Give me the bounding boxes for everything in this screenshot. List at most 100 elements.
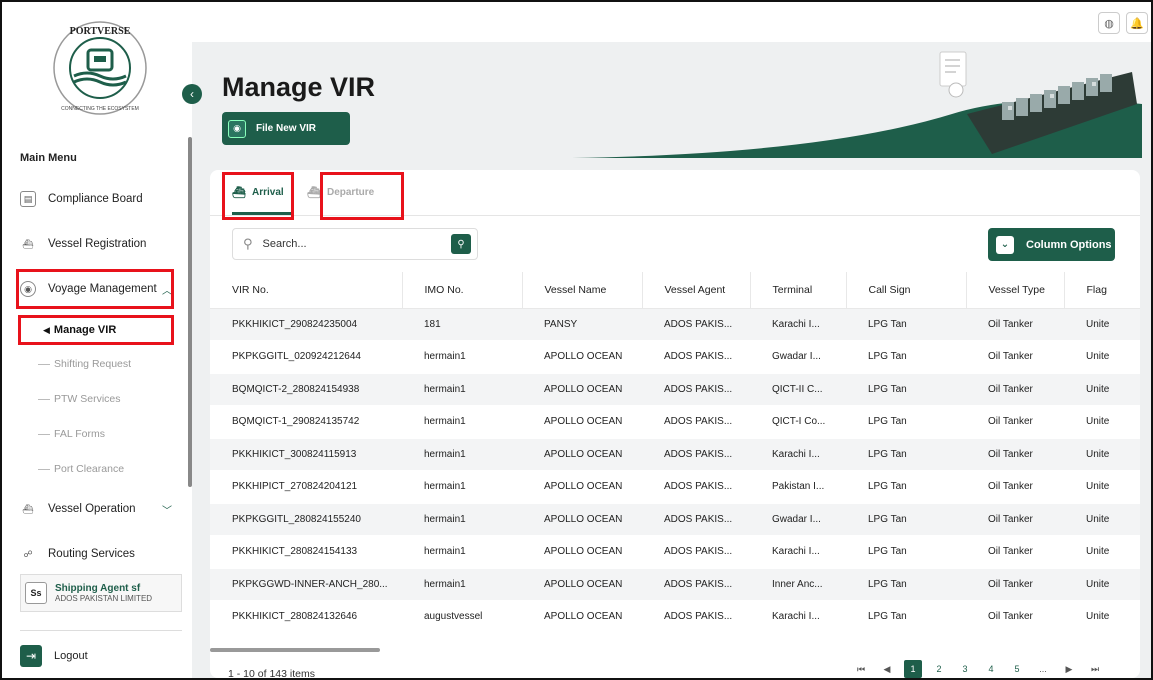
table-cell: LPG Tan xyxy=(846,438,966,471)
table-cell: ADOS PAKIS... xyxy=(642,503,750,536)
table-cell: Karachi I... xyxy=(750,308,846,341)
sidebar-item-routing-services[interactable]: ☍ Routing Services xyxy=(20,540,182,568)
table-row[interactable]: PKKHIKICT_290824235004 181 PANSY ADOS PAKIS… xyxy=(210,308,1140,341)
pagination: ⏮ ◀ 1 2 3 4 5 ... ▶ ⏭ xyxy=(848,660,1108,678)
page-button[interactable]: 2 xyxy=(926,664,952,674)
chevron-down-icon: ⌄ xyxy=(996,235,1014,254)
table-cell: ADOS PAKIS... xyxy=(642,568,750,601)
highlight-box-departure xyxy=(320,172,404,220)
table-row[interactable]: PKPKGGWD-INNER-ANCH_280... hermain1 APOLLO… xyxy=(210,568,1140,601)
table-cell: Unite xyxy=(1064,308,1140,341)
globe-icon[interactable]: ◍ xyxy=(1098,12,1120,34)
column-header[interactable]: Vessel Type xyxy=(966,272,1065,309)
portverse-logo: PORTVERSE CONNECTING THE ECOSYSTEM xyxy=(53,21,147,115)
column-header[interactable]: Vessel Agent xyxy=(642,272,751,309)
table-row[interactable]: PKKHIKICT_300824115913 hermain1 APOLLO OCE… xyxy=(210,438,1140,471)
table-cell: Unite xyxy=(1064,373,1140,406)
table-cell: hermain1 xyxy=(402,373,522,406)
table-cell: hermain1 xyxy=(402,438,522,471)
file-new-vir-button[interactable]: ◉ File New VIR xyxy=(222,112,350,145)
table-cell: APOLLO OCEAN xyxy=(522,340,642,374)
table-cell: Unite xyxy=(1064,340,1140,374)
collapse-sidebar-button[interactable]: ‹ xyxy=(182,84,202,104)
table-cell: PKKHIPICT_270824204121 xyxy=(210,470,402,504)
page-button[interactable]: 3 xyxy=(952,664,978,674)
sidebar-subitem-manage-vir[interactable]: ◀ Manage VIR xyxy=(18,315,174,345)
table-cell: BQMQICT-1_290824135742 xyxy=(210,405,402,439)
sidebar-item-vessel-registration[interactable]: ⛴ Vessel Registration xyxy=(20,230,182,258)
next-page-icon[interactable]: ▶ xyxy=(1056,664,1082,675)
table-cell: Oil Tanker xyxy=(966,600,1064,634)
sidebar-subitem-port-clearance[interactable]: Port Clearance xyxy=(38,463,124,475)
chevron-down-icon: ﹀ xyxy=(162,505,172,517)
first-page-icon[interactable]: ⏮ xyxy=(848,664,874,675)
table-cell: Oil Tanker xyxy=(966,568,1064,601)
sidebar-subitem-shifting-request[interactable]: Shifting Request xyxy=(38,358,131,370)
vir-card: ⛴ Arrival ⛴ Departure ⚲ Search... ⚲ ⌄ Co… xyxy=(210,170,1140,678)
page-button[interactable]: 4 xyxy=(978,664,1004,674)
column-options-button[interactable]: ⌄ Column Options xyxy=(988,228,1115,261)
table-cell: Gwadar I... xyxy=(750,340,846,374)
highlight-box-arrival xyxy=(222,172,294,220)
column-header[interactable]: VIR No. xyxy=(210,272,403,309)
table-cell: Unite xyxy=(1064,600,1140,634)
table-row[interactable]: PKKHIPICT_270824204121 hermain1 APOLLO OCE… xyxy=(210,470,1140,504)
sidebar-item-vessel-operation[interactable]: ⛴ Vessel Operation ﹀ xyxy=(20,495,182,523)
page-ellipsis[interactable]: ... xyxy=(1030,664,1056,674)
column-header[interactable]: Flag xyxy=(1064,272,1140,309)
last-page-icon[interactable]: ⏭ xyxy=(1082,664,1108,675)
table-row[interactable]: BQMQICT-1_290824135742 hermain1 APOLLO OCE… xyxy=(210,405,1140,439)
departure-icon: ⛴ xyxy=(307,187,321,199)
column-header[interactable]: Terminal xyxy=(750,272,847,309)
table-cell: PKKHIKICT_280824132646 xyxy=(210,600,402,634)
tab-bar: ⛴ Arrival ⛴ Departure xyxy=(210,170,1140,220)
table-cell: QICT-I Co... xyxy=(750,405,846,439)
table-cell: APOLLO OCEAN xyxy=(522,373,642,406)
table-cell: hermain1 xyxy=(402,405,522,439)
table-cell: Karachi I... xyxy=(750,535,846,569)
prev-page-icon[interactable]: ◀ xyxy=(874,664,900,675)
logout-button[interactable]: ⇥ Logout xyxy=(20,645,88,667)
table-cell: APOLLO OCEAN xyxy=(522,503,642,536)
table-row[interactable]: BQMQICT-2_280824154938 hermain1 APOLLO OCE… xyxy=(210,373,1140,406)
notification-bell-icon[interactable]: 🔔 xyxy=(1126,12,1148,34)
table-cell: PANSY xyxy=(522,308,642,341)
table-cell: hermain1 xyxy=(402,503,522,536)
table-cell: Unite xyxy=(1064,470,1140,504)
clipboard-icon: ▤ xyxy=(20,191,36,207)
table-row[interactable]: PKPKGGITL_020924212644 hermain1 APOLLO OCE… xyxy=(210,340,1140,374)
sidebar-subitem-fal-forms[interactable]: FAL Forms xyxy=(38,428,105,440)
table-cell: APOLLO OCEAN xyxy=(522,535,642,569)
user-card[interactable]: Ss Shipping Agent sf ADOS PAKISTAN LIMIT… xyxy=(20,574,182,612)
column-header[interactable]: Vessel Name xyxy=(522,272,643,309)
table-cell: LPG Tan xyxy=(846,535,966,569)
table-cell: LPG Tan xyxy=(846,568,966,601)
hero-ship-illustration xyxy=(572,51,1142,158)
divider xyxy=(20,630,182,631)
column-header[interactable]: Call Sign xyxy=(846,272,967,309)
table-cell: Oil Tanker xyxy=(966,340,1064,374)
table-row[interactable]: PKKHIKICT_280824132646 augustvessel APOLLO… xyxy=(210,600,1140,634)
sidebar: PORTVERSE CONNECTING THE ECOSYSTEM Main … xyxy=(2,2,192,678)
search-input[interactable]: Search... xyxy=(263,238,451,250)
page-button[interactable]: 5 xyxy=(1004,664,1030,674)
table-cell: QICT-II C... xyxy=(750,373,846,406)
table-row[interactable]: PKKHIKICT_280824154133 hermain1 APOLLO OCE… xyxy=(210,535,1140,569)
search-button[interactable]: ⚲ xyxy=(451,234,471,254)
sidebar-item-label: Compliance Board xyxy=(48,193,143,205)
sidebar-item-compliance-board[interactable]: ▤ Compliance Board xyxy=(20,185,182,213)
subitem-label: Shifting Request xyxy=(54,358,132,370)
table-cell: LPG Tan xyxy=(846,308,966,341)
search-box: ⚲ Search... ⚲ xyxy=(232,228,478,260)
table-cell: ADOS PAKIS... xyxy=(642,438,750,471)
column-header[interactable]: IMO No. xyxy=(402,272,523,309)
horizontal-scrollbar[interactable] xyxy=(210,648,380,652)
page-title: Manage VIR xyxy=(222,72,376,102)
table-cell: PKKHIKICT_290824235004 xyxy=(210,308,402,341)
subitem-label: FAL Forms xyxy=(54,428,105,440)
sidebar-subitem-ptw-services[interactable]: PTW Services xyxy=(38,393,121,405)
page-button-active[interactable]: 1 xyxy=(904,660,922,678)
table-row[interactable]: PKPKGGITL_280824155240 hermain1 APOLLO OCE… xyxy=(210,503,1140,536)
table-cell: augustvessel xyxy=(402,600,522,634)
table-cell: Oil Tanker xyxy=(966,535,1064,569)
